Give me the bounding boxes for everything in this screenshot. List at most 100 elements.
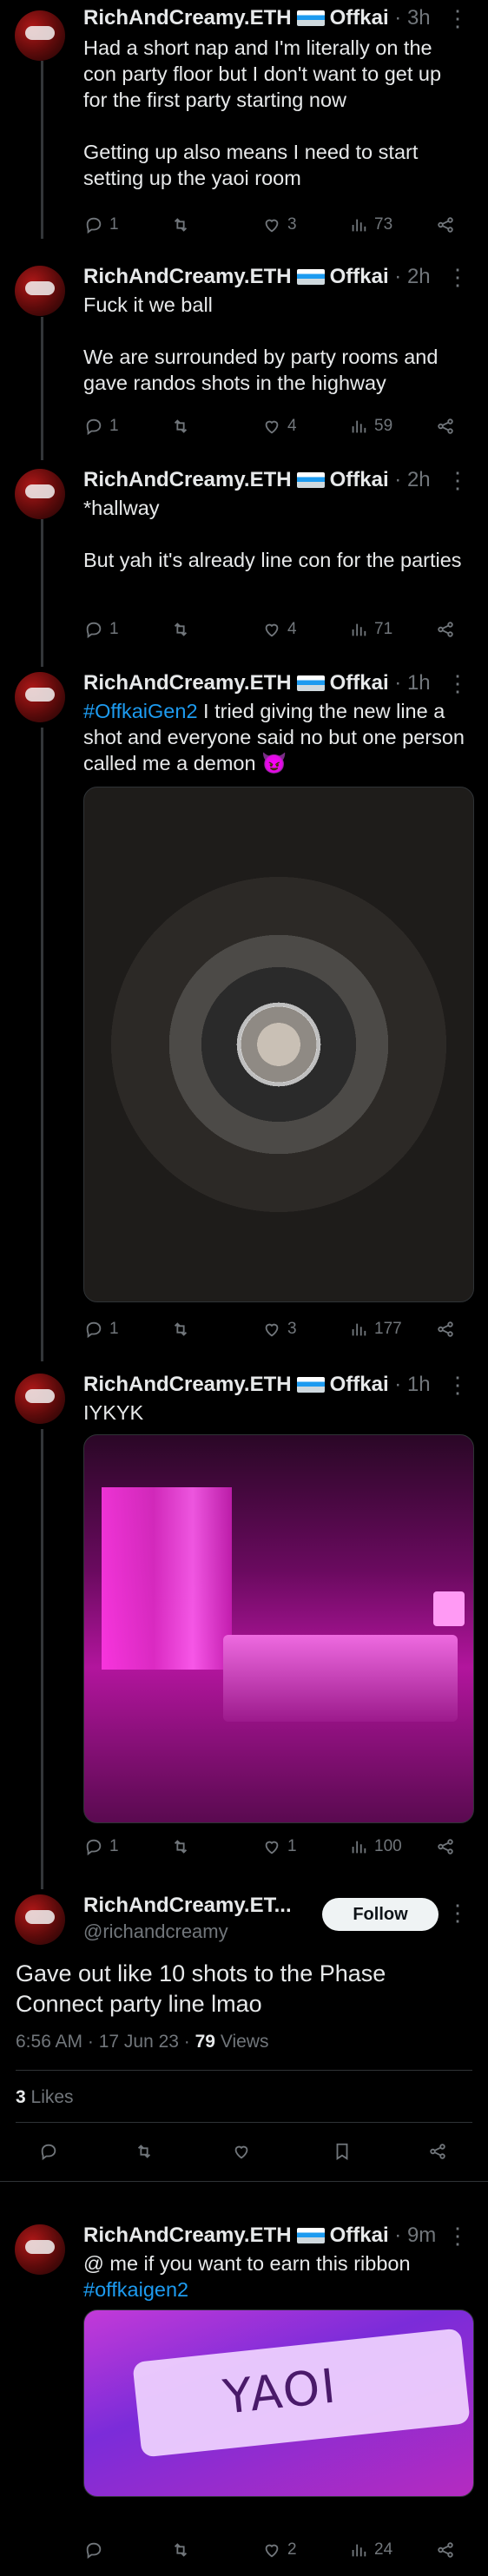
tweet-time[interactable]: 2h: [407, 265, 431, 288]
share-button[interactable]: [435, 1834, 456, 1860]
retweet-button[interactable]: [170, 212, 196, 238]
tweet-time[interactable]: 3h: [407, 6, 431, 30]
like-button[interactable]: 4: [261, 413, 297, 439]
bookmark-icon[interactable]: [332, 2141, 353, 2162]
reply-button[interactable]: [83, 2537, 109, 2563]
affiliation-badge-icon: [296, 1377, 325, 1393]
views-button[interactable]: 71: [348, 616, 392, 642]
display-name[interactable]: RichAndCreamy.ETH: [83, 468, 292, 491]
author-name[interactable]: RichAndCreamy.ET...: [83, 1893, 292, 1919]
retweet-icon[interactable]: [134, 2141, 155, 2162]
reply-count: 1: [109, 1320, 119, 1338]
avatar[interactable]: [15, 266, 65, 316]
like-button[interactable]: 2: [261, 2537, 297, 2563]
views-button[interactable]: 24: [348, 2537, 392, 2563]
tweet-photo[interactable]: [83, 1434, 474, 1823]
views-button[interactable]: 100: [348, 1834, 402, 1860]
follow-button[interactable]: Follow: [322, 1898, 439, 1931]
tweet-time[interactable]: 2h: [407, 468, 431, 491]
reply-icon: [83, 416, 104, 437]
more-icon[interactable]: ⋮: [446, 7, 469, 30]
reply-button[interactable]: 1: [83, 212, 119, 238]
like-icon[interactable]: [231, 2141, 252, 2162]
like-count: 4: [287, 417, 297, 435]
window-curtain: [102, 1487, 232, 1670]
more-icon[interactable]: ⋮: [446, 2224, 469, 2247]
view-count: 24: [374, 2540, 393, 2559]
more-icon[interactable]: ⋮: [446, 266, 469, 288]
retweet-button[interactable]: [170, 1834, 196, 1860]
share-button[interactable]: [435, 2537, 456, 2563]
reply-button[interactable]: 1: [83, 413, 119, 439]
likes-summary[interactable]: 3 Likes: [16, 2087, 74, 2108]
avatar[interactable]: [15, 1374, 65, 1424]
tweet-photo[interactable]: YAOI: [83, 2309, 474, 2497]
like-button[interactable]: 1: [261, 1834, 297, 1860]
display-name[interactable]: RichAndCreamy.ET...: [83, 1894, 292, 1917]
retweet-button[interactable]: [170, 616, 196, 642]
share-icon: [435, 416, 456, 437]
display-name[interactable]: RichAndCreamy.ETH: [83, 6, 292, 30]
tweet-time[interactable]: 1h: [407, 1373, 431, 1396]
like-button[interactable]: 3: [261, 1316, 297, 1342]
views-button[interactable]: 73: [348, 212, 392, 238]
more-icon[interactable]: ⋮: [446, 1374, 469, 1396]
share-button[interactable]: [435, 413, 456, 439]
views-total: 79: [195, 2032, 215, 2052]
retweet-button[interactable]: [170, 413, 196, 439]
like-icon: [261, 619, 282, 640]
hotel-bed: [223, 1635, 458, 1722]
tweet-timestamp: 6:56 AM · 17 Jun 23 · 79 Views: [16, 2032, 268, 2052]
author-handle[interactable]: @richandcreamy: [83, 1919, 228, 1945]
like-button[interactable]: 4: [261, 616, 297, 642]
reply-icon: [83, 2540, 104, 2560]
tweet-actions: 1 1 100: [83, 1834, 465, 1860]
affiliation-name: Offkai: [329, 265, 389, 288]
avatar[interactable]: [15, 672, 65, 722]
views-button[interactable]: 177: [348, 1316, 402, 1342]
reply-button[interactable]: 1: [83, 1316, 119, 1342]
avatar[interactable]: [15, 469, 65, 519]
tweet-actions: 1 4 59: [83, 413, 465, 439]
hashtag-link[interactable]: #OffkaiGen2: [83, 700, 198, 722]
display-name[interactable]: RichAndCreamy.ETH: [83, 1373, 292, 1396]
share-button[interactable]: [435, 1316, 456, 1342]
retweet-button[interactable]: [170, 2537, 196, 2563]
retweet-icon: [170, 416, 191, 437]
views-label: Views: [214, 2032, 269, 2052]
tweet-time[interactable]: 9m: [407, 2224, 436, 2247]
like-button[interactable]: 3: [261, 212, 297, 238]
avatar[interactable]: [15, 10, 65, 61]
views-button[interactable]: 59: [348, 413, 392, 439]
focused-tweet-text: Gave out like 10 shots to the Phase Conn…: [16, 1960, 386, 2017]
avatar[interactable]: [15, 2224, 65, 2275]
share-button[interactable]: [435, 212, 456, 238]
tweet-text: *hallway But yah it's already line con f…: [83, 497, 462, 571]
views-icon: [348, 1836, 369, 1857]
retweet-button[interactable]: [170, 1316, 196, 1342]
more-icon[interactable]: ⋮: [446, 1901, 469, 1924]
reply-icon[interactable]: [38, 2141, 59, 2162]
reply-icon: [83, 619, 104, 640]
view-count: 177: [374, 1320, 402, 1338]
tweet-actions: 2 24: [83, 2537, 465, 2563]
tweet-photo[interactable]: [83, 787, 474, 1302]
avatar[interactable]: [15, 1894, 65, 1945]
more-icon[interactable]: ⋮: [446, 672, 469, 695]
tweet-text: #OffkaiGen2 I tried giving the new line …: [83, 698, 465, 776]
tweet-text: Fuck it we ball We are surrounded by par…: [83, 293, 439, 394]
display-name[interactable]: RichAndCreamy.ETH: [83, 2224, 292, 2247]
tweet-time[interactable]: 1h: [407, 671, 431, 695]
share-icon[interactable]: [427, 2141, 448, 2162]
reply-button[interactable]: 1: [83, 1834, 119, 1860]
hashtag-link[interactable]: #offkaigen2: [83, 2278, 188, 2301]
display-name[interactable]: RichAndCreamy.ETH: [83, 671, 292, 695]
reply-button[interactable]: 1: [83, 616, 119, 642]
more-icon[interactable]: ⋮: [446, 469, 469, 491]
peephole-lens: [241, 1006, 317, 1083]
display-name[interactable]: RichAndCreamy.ETH: [83, 265, 292, 288]
views-icon: [348, 1319, 369, 1340]
timestamp-text[interactable]: 6:56 AM · 17 Jun 23 ·: [16, 2032, 195, 2052]
share-button[interactable]: [435, 616, 456, 642]
tweet-text: Had a short nap and I'm literally on the…: [83, 36, 442, 189]
